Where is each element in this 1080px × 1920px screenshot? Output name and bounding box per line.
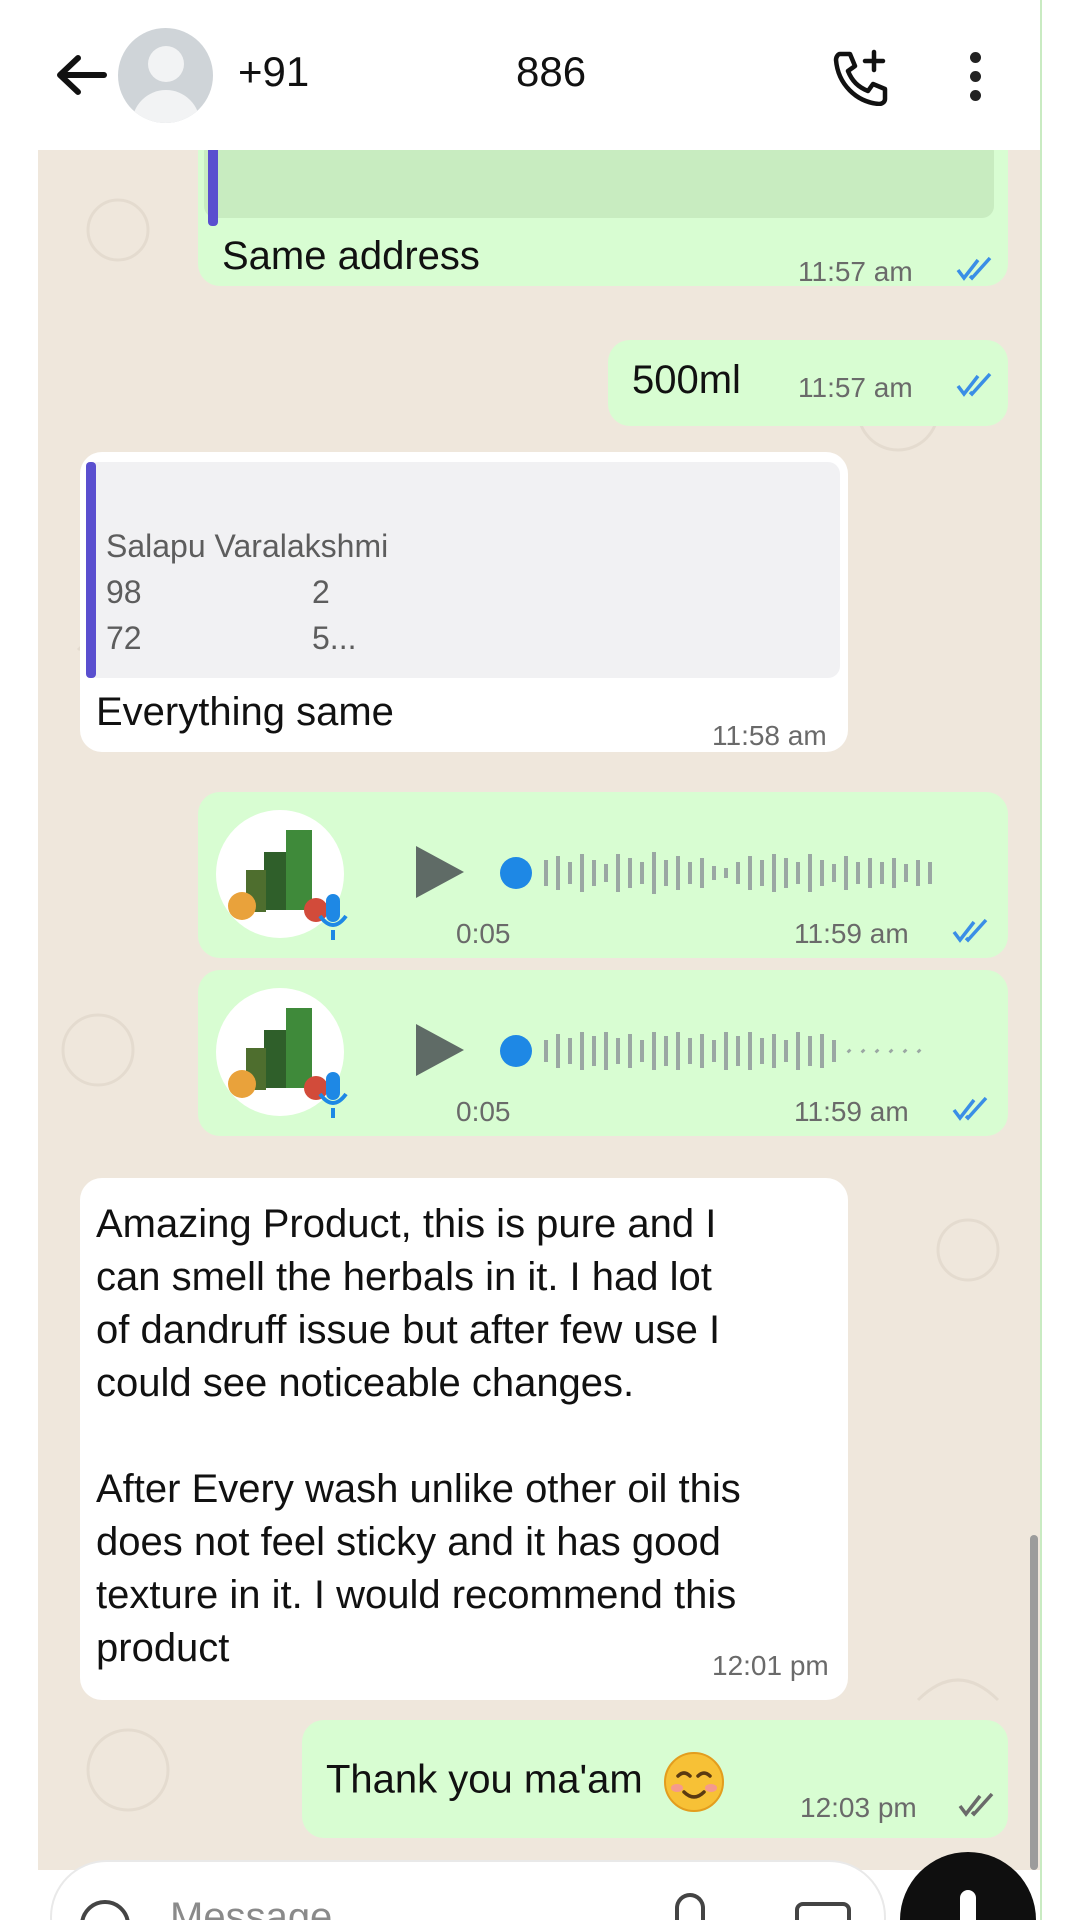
message-time: 11:58 am xyxy=(712,720,827,751)
quoted-text-line: 2 xyxy=(312,574,330,610)
quoted-message[interactable] xyxy=(86,462,840,678)
quote-accent-bar xyxy=(86,462,96,678)
camera-icon[interactable] xyxy=(795,1902,851,1920)
message-text-line: does not feel sticky and it has good xyxy=(96,1520,721,1564)
message-text-line: After Every wash unlike other oil this xyxy=(96,1467,741,1511)
message-bubble-incoming[interactable]: Salapu Varalakshmi 98 2 72 5... Everythi… xyxy=(80,452,848,752)
message-text-line: of dandruff issue but after few use I xyxy=(96,1308,721,1352)
message-bubble-outgoing[interactable]: Thank you ma'am 12:03 pm xyxy=(302,1720,1008,1838)
attach-icon[interactable] xyxy=(675,1893,705,1920)
smiling-face-emoji xyxy=(663,1752,724,1812)
message-text: 500ml xyxy=(632,358,741,402)
read-ticks-icon xyxy=(952,918,988,943)
message-time: 12:01 pm xyxy=(712,1650,829,1681)
message-time: 11:57 am xyxy=(798,372,913,403)
contact-phone-prefix[interactable]: +91 xyxy=(238,48,309,96)
mic-icon xyxy=(318,894,348,940)
read-ticks-icon xyxy=(958,1792,994,1817)
message-input-placeholder[interactable]: Message xyxy=(170,1895,332,1920)
scrollbar[interactable] xyxy=(1030,1535,1038,1870)
read-ticks-icon xyxy=(956,256,992,281)
voice-message-bubble[interactable]: 0:05 11:59 am xyxy=(198,792,1008,958)
message-text: Thank you ma'am xyxy=(326,1750,726,1814)
contact-avatar[interactable] xyxy=(118,28,213,123)
back-arrow-icon[interactable] xyxy=(52,50,112,100)
message-text-line: texture in it. I would recommend this xyxy=(96,1573,737,1617)
audio-waveform[interactable] xyxy=(498,1026,978,1076)
message-time: 12:03 pm xyxy=(800,1792,917,1823)
chat-header: +91 886 xyxy=(0,0,1040,150)
message-text-content: Thank you ma'am xyxy=(326,1757,643,1802)
message-text: Everything same xyxy=(96,690,394,734)
voice-duration: 0:05 xyxy=(456,1096,511,1127)
message-text-line: product xyxy=(96,1626,230,1670)
message-text-line: could see noticeable changes. xyxy=(96,1361,635,1405)
more-vertical-icon[interactable] xyxy=(962,48,988,106)
quoted-text-line: 72 xyxy=(106,620,142,656)
message-list[interactable]: Same address 11:57 am 500ml 11:57 am Sal… xyxy=(38,150,1040,1870)
message-text-line: can smell the herbals in it. I had lot xyxy=(96,1255,712,1299)
message-time: 11:57 am xyxy=(798,256,913,287)
mic-icon xyxy=(318,1072,348,1118)
message-time: 11:59 am xyxy=(794,918,909,949)
chat-screen: +91 886 Same address 11:57 am 500ml 11:5… xyxy=(0,0,1080,1920)
audio-waveform[interactable] xyxy=(498,848,978,898)
message-time: 11:59 am xyxy=(794,1096,909,1127)
contact-phone-suffix[interactable]: 886 xyxy=(516,48,586,96)
play-icon[interactable] xyxy=(408,1020,468,1080)
voice-message-bubble[interactable]: 0:05 11:59 am xyxy=(198,970,1008,1136)
read-ticks-icon xyxy=(952,1096,988,1121)
quoted-message[interactable] xyxy=(204,150,994,218)
read-ticks-icon xyxy=(956,372,992,397)
quote-accent-bar xyxy=(208,150,218,226)
quoted-sender-name: Salapu Varalakshmi xyxy=(106,528,389,564)
add-call-icon[interactable] xyxy=(830,48,892,106)
screen-edge xyxy=(1040,0,1080,1920)
message-text-line: Amazing Product, this is pure and I xyxy=(96,1202,717,1246)
quoted-text-line: 5... xyxy=(312,620,357,656)
mic-icon xyxy=(960,1890,976,1920)
message-text: Same address xyxy=(222,234,480,278)
message-bubble-outgoing[interactable]: 500ml 11:57 am xyxy=(608,340,1008,426)
voice-duration: 0:05 xyxy=(456,918,511,949)
quoted-text-line: 98 xyxy=(106,574,142,610)
message-bubble-incoming[interactable]: Amazing Product, this is pure and I can … xyxy=(80,1178,848,1700)
message-bubble-outgoing[interactable]: Same address 11:57 am xyxy=(198,150,1008,287)
play-icon[interactable] xyxy=(408,842,468,902)
